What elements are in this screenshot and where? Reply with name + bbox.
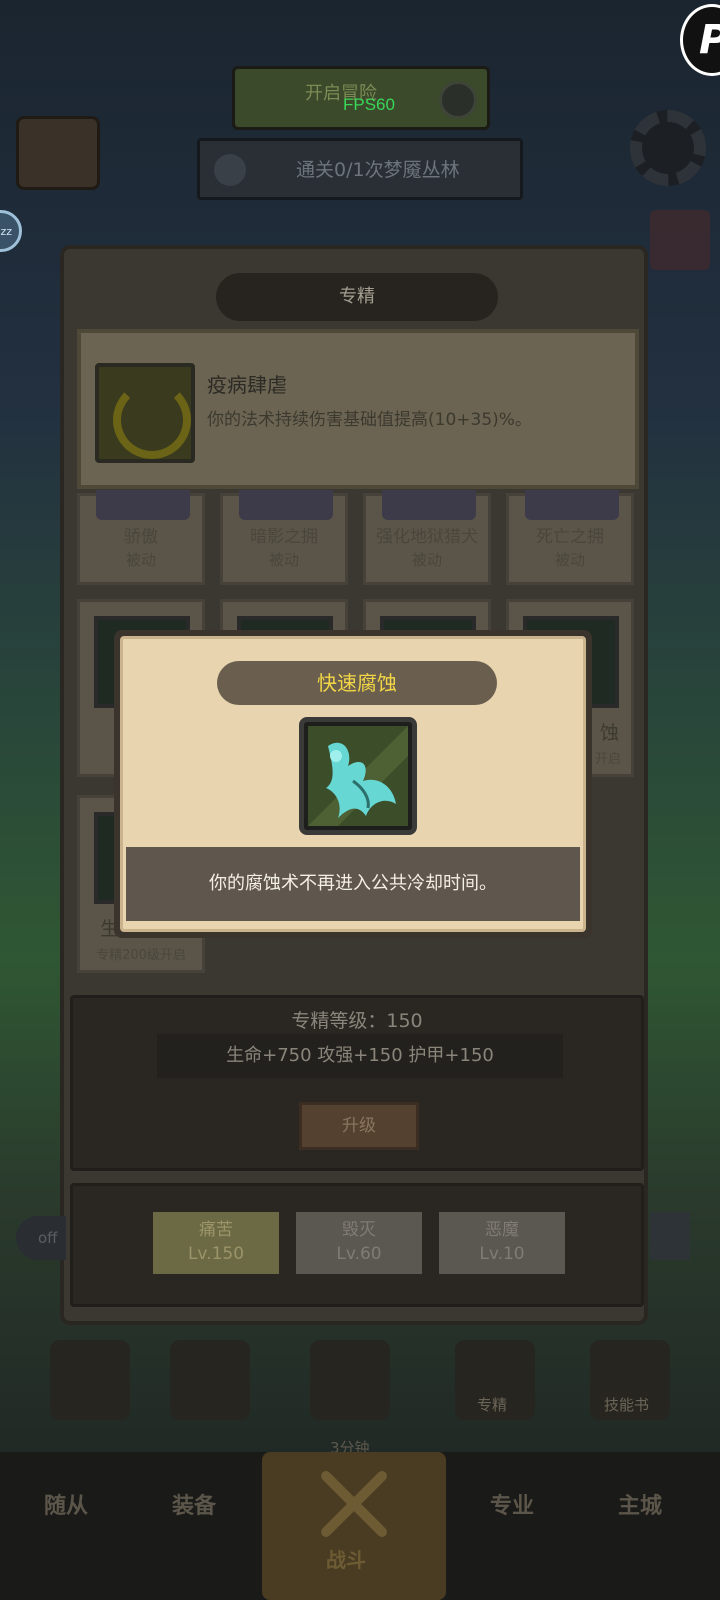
talent-detail-popup[interactable]: 快速腐蚀 你的腐蚀术不再进入公共冷却时间。 [114,630,592,938]
selected-talent-card: 疫病肆虐 你的法术持续伤害基础值提高(10+35)%。 [77,329,639,489]
nav-equipment[interactable]: 装备 [172,1488,216,1520]
tree-tab-demonology[interactable]: 恶魔 Lv.10 [439,1212,565,1274]
right-side-tab[interactable] [650,1212,690,1260]
task-icon [214,154,246,186]
talent-icon [239,490,333,520]
tree-name: 恶魔 [485,1220,519,1240]
popup-description: 你的腐蚀术不再进入公共冷却时间。 [126,847,580,921]
tree-tab-affliction[interactable]: 痛苦 Lv.150 [153,1212,279,1274]
task-banner[interactable]: 通关0/1次梦魇丛林 [197,138,523,200]
talent-type: 被动 [411,551,442,569]
shortcut-icon[interactable] [310,1340,390,1420]
specialization-shortcut-label: 专精 [477,1396,508,1414]
side-shop-icon[interactable] [650,210,710,270]
corruption-skill-icon [299,717,417,835]
upgrade-button[interactable]: 升级 [299,1102,419,1150]
talent-slot[interactable]: 骄傲 被动 [77,490,205,585]
talent-icon [525,490,619,520]
nav-battle[interactable]: 战斗 [262,1452,446,1600]
talent-slot[interactable]: 死亡之拥 被动 [506,490,634,585]
spec-level-label: 专精等级：150 [291,1010,423,1032]
talent-slot[interactable]: 暗影之拥 被动 [220,490,348,585]
event-badge-icon[interactable] [16,116,100,190]
talent-slot[interactable]: 强化地狱猎犬 被动 [363,490,491,585]
talent-icon [382,490,476,520]
talent-unlock-requirement: 专精200级开启 [96,948,186,963]
tree-name: 毁灭 [342,1220,376,1240]
talent-icon [96,490,190,520]
talent-type: 被动 [554,551,585,569]
nav-followers[interactable]: 随从 [44,1488,88,1520]
talent-type: 被动 [125,551,156,569]
selected-talent-description: 你的法术持续伤害基础值提高(10+35)%。 [207,410,532,430]
talent-name: 暗影之拥 [250,527,318,547]
corruption-skill-art [308,726,408,826]
crossed-swords-icon [321,1471,387,1537]
left-toggle-pill[interactable]: off [16,1216,66,1260]
tree-name: 痛苦 [199,1220,233,1240]
quest-refresh-icon [439,81,477,119]
tree-level: Lv.10 [479,1244,525,1264]
talent-type: 被动 [268,551,299,569]
tree-tab-destruction[interactable]: 毁灭 Lv.60 [296,1212,422,1274]
skillbook-shortcut-label: 技能书 [604,1396,650,1414]
panel-title: 专精 [216,273,498,321]
spec-tree-selector: 痛苦 Lv.150 毁灭 Lv.60 恶魔 Lv.10 [70,1183,644,1307]
plague-talent-icon [95,363,195,463]
selected-talent-name: 疫病肆虐 [207,373,287,397]
popup-parchment: 快速腐蚀 你的腐蚀术不再进入公共冷却时间。 [120,636,586,932]
shortcut-icon[interactable] [170,1340,250,1420]
bottom-shortcuts: 专精 技能书 [0,1340,720,1440]
task-label: 通关0/1次梦魇丛林 [296,159,460,181]
fps-counter: FPS60 [343,95,395,114]
shortcut-icon[interactable] [50,1340,130,1420]
tree-level: Lv.60 [336,1244,382,1264]
nav-main-city[interactable]: 主城 [618,1488,662,1520]
spec-level-box: 专精等级：150 生命+750 攻强+150 护甲+150 升级 [70,995,644,1171]
bottom-nav: 随从 装备 战斗 专业 主城 [0,1452,720,1600]
settings-gear-icon[interactable] [630,110,706,186]
spec-stats: 生命+750 攻强+150 护甲+150 [157,1034,563,1078]
talent-name: 死亡之拥 [536,527,604,547]
tree-level: Lv.150 [187,1244,245,1264]
nav-profession[interactable]: 专业 [490,1488,534,1520]
popup-title: 快速腐蚀 [217,661,497,705]
talent-name: 骄傲 [124,527,158,547]
talent-name: 强化地狱猎犬 [376,527,478,547]
nav-battle-label: 战斗 [326,1548,366,1572]
sleep-badge-label: zz [0,225,12,238]
